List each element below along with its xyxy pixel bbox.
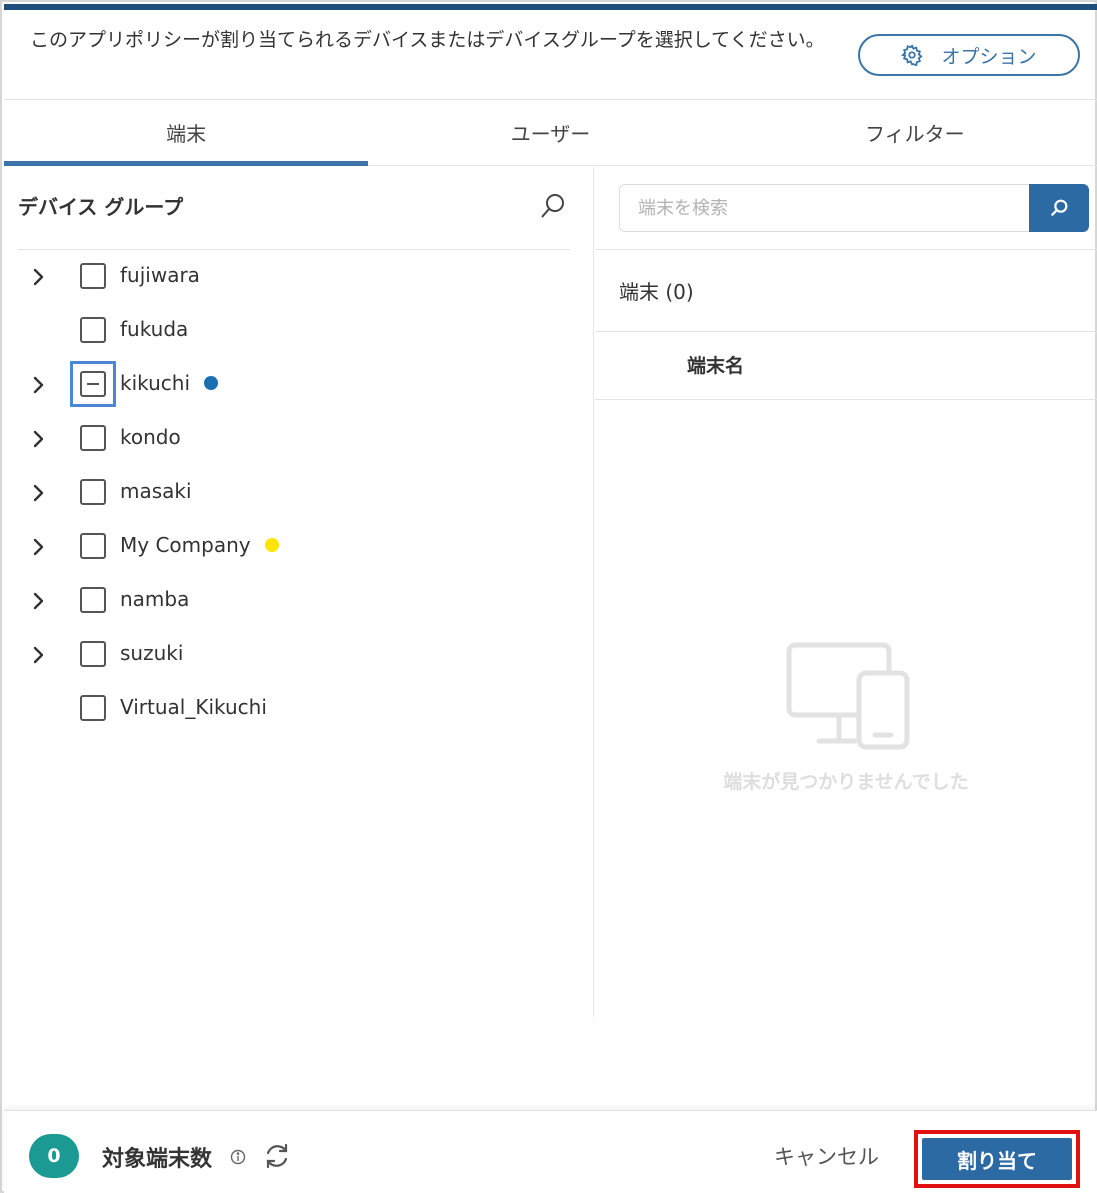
- target-count-label: 対象端末数: [102, 1147, 213, 1172]
- options-label: オプション: [941, 45, 1037, 68]
- options-button[interactable]: オプション: [858, 34, 1080, 76]
- chevron-right-icon[interactable]: [28, 537, 48, 557]
- group-name: fujiwara: [120, 263, 200, 287]
- tree-row[interactable]: Virtual_Kikuchi: [4, 682, 584, 736]
- assign-button-highlight: 割り当て: [914, 1130, 1080, 1188]
- checkbox-wrapper: [70, 523, 116, 569]
- gear-icon: [901, 44, 924, 66]
- instruction-text: このアプリポリシーが割り当てられるデバイスまたはデバイスグループを選択してくださ…: [30, 29, 825, 51]
- checkbox-indeterminate[interactable]: [80, 371, 106, 397]
- group-search-icon[interactable]: [538, 191, 568, 225]
- device-group-panel: デバイス グループ fujiwara fukuda kikuchi kondo masa…: [4, 167, 594, 1017]
- divider: [595, 399, 1097, 400]
- tree-row-label: kikuchi: [120, 371, 219, 395]
- checkbox[interactable]: [80, 425, 106, 451]
- tree-row[interactable]: fujiwara: [4, 250, 584, 304]
- tab-users[interactable]: ユーザー: [368, 100, 732, 165]
- tab-filters[interactable]: フィルター: [733, 100, 1097, 165]
- dialog-header: このアプリポリシーが割り当てられるデバイスまたはデバイスグループを選択してくださ…: [4, 10, 1097, 100]
- device-search-input[interactable]: [619, 184, 1029, 232]
- group-name: kikuchi: [120, 371, 191, 395]
- group-name: suzuki: [120, 641, 184, 665]
- chevron-right-icon[interactable]: [28, 483, 48, 503]
- tree-row-label: masaki: [120, 479, 192, 503]
- tab-devices-label: 端末: [166, 122, 207, 146]
- devices-empty-icon: [785, 641, 913, 755]
- chevron-right-icon[interactable]: [28, 591, 48, 611]
- tree-row[interactable]: suzuki: [4, 628, 584, 682]
- device-group-title: デバイス グループ: [18, 195, 184, 219]
- checkbox[interactable]: [80, 641, 106, 667]
- device-panel: 端末 (0) 端末名 端末が見つかりませんでした: [595, 167, 1097, 1017]
- group-name: namba: [120, 587, 190, 611]
- refresh-icon[interactable]: [262, 1141, 292, 1175]
- assign-button[interactable]: 割り当て: [922, 1138, 1072, 1180]
- search-icon: [1050, 199, 1068, 217]
- tab-bar: 端末 ユーザー フィルター: [4, 100, 1097, 166]
- checkbox-wrapper: [70, 361, 116, 407]
- tree-row-label: My Company: [120, 533, 279, 557]
- checkbox[interactable]: [80, 317, 106, 343]
- tree-row[interactable]: namba: [4, 574, 584, 628]
- tab-devices[interactable]: 端末: [4, 100, 369, 166]
- checkbox[interactable]: [80, 695, 106, 721]
- tree-row[interactable]: kondo: [4, 412, 584, 466]
- tree-row-label: kondo: [120, 425, 181, 449]
- checkbox[interactable]: [80, 587, 106, 613]
- chevron-right-icon[interactable]: [28, 267, 48, 287]
- device-search-button[interactable]: [1029, 184, 1089, 232]
- tree-row-label: Virtual_Kikuchi: [120, 695, 267, 719]
- tree-row-label: suzuki: [120, 641, 183, 665]
- divider: [595, 249, 1097, 250]
- group-name: masaki: [120, 479, 192, 503]
- chevron-right-icon[interactable]: [28, 645, 48, 665]
- dialog-footer: 0 対象端末数 キャンセル 割り当て: [4, 1110, 1097, 1193]
- group-name: kondo: [120, 425, 181, 449]
- checkbox-wrapper: [70, 307, 116, 353]
- checkbox[interactable]: [80, 263, 106, 289]
- device-name-column-header[interactable]: 端末名: [687, 351, 744, 378]
- checkbox-wrapper: [70, 577, 116, 623]
- chevron-right-icon[interactable]: [28, 429, 48, 449]
- chevron-right-icon[interactable]: [28, 375, 48, 395]
- checkbox-wrapper: [70, 415, 116, 461]
- devices-empty-message: 端末が見つかりませんでした: [723, 771, 969, 793]
- checkbox-wrapper: [70, 469, 116, 515]
- group-name: Virtual_Kikuchi: [120, 695, 267, 719]
- minus-icon: [87, 383, 99, 385]
- checkbox-wrapper: [70, 631, 116, 677]
- divider: [595, 331, 1097, 332]
- tree-row[interactable]: My Company: [4, 520, 584, 574]
- group-name: fukuda: [120, 317, 189, 341]
- status-dot: [204, 375, 219, 390]
- tree-row-label: fukuda: [120, 317, 188, 341]
- checkbox-wrapper: [70, 253, 116, 299]
- target-count-badge: 0: [29, 1134, 79, 1178]
- cancel-button[interactable]: キャンセル: [774, 1141, 879, 1171]
- info-icon[interactable]: [230, 1149, 246, 1169]
- checkbox[interactable]: [80, 479, 106, 505]
- tree-row[interactable]: fukuda: [4, 304, 584, 358]
- tab-filters-label: フィルター: [865, 122, 965, 146]
- tree-row[interactable]: kikuchi: [4, 358, 584, 412]
- checkbox[interactable]: [80, 533, 106, 559]
- group-name: My Company: [120, 533, 251, 557]
- tab-users-label: ユーザー: [510, 122, 591, 146]
- tree-row-label: namba: [120, 587, 189, 611]
- tree-row-label: fujiwara: [120, 263, 200, 287]
- device-count-label: 端末 (0): [619, 280, 694, 304]
- dialog: このアプリポリシーが割り当てられるデバイスまたはデバイスグループを選択してくださ…: [0, 0, 1097, 1193]
- status-dot: [264, 537, 279, 552]
- checkbox-wrapper: [70, 685, 116, 731]
- tree-row[interactable]: masaki: [4, 466, 584, 520]
